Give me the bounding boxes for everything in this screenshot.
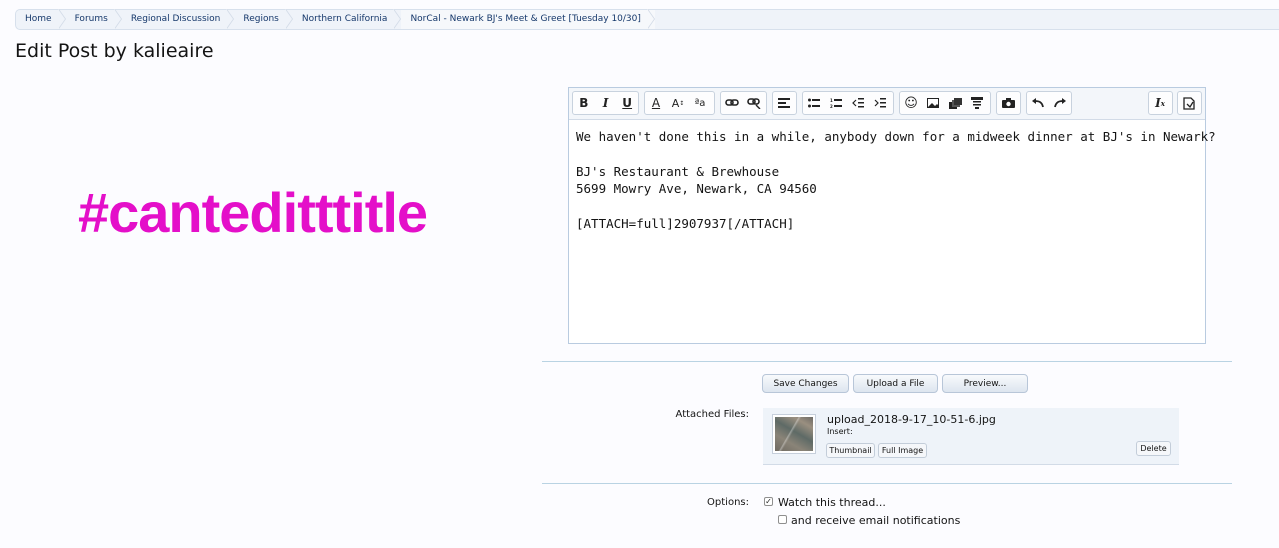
attachment-filename[interactable]: upload_2018-9-17_10-51-6.jpg — [827, 413, 996, 426]
insert-label: Insert: — [827, 427, 853, 436]
watch-thread-label[interactable]: Watch this thread... — [778, 496, 886, 509]
divider — [542, 361, 1232, 362]
upload-file-button[interactable]: Upload a File — [853, 374, 938, 393]
font-size-icon[interactable]: A ↕ — [667, 92, 689, 114]
smiley-icon[interactable]: ☺ — [900, 92, 922, 114]
page-title: Edit Post by kalieaire — [15, 40, 214, 62]
attachment-item: upload_2018-9-17_10-51-6.jpg Insert: Thu… — [763, 408, 1179, 465]
breadcrumb-thread[interactable]: NorCal - Newark BJ's Meet & Greet [Tuesd… — [401, 9, 656, 29]
watch-thread-checkbox[interactable]: ✓ — [764, 497, 773, 506]
editor-toolbar: B I U A A ↕ ªa 12 ☺ I x — [569, 88, 1205, 120]
font-color-icon[interactable]: A — [645, 92, 667, 114]
hashtag-overlay: #canteditttitle — [78, 181, 428, 244]
underline-icon[interactable]: U — [616, 92, 638, 114]
editor-content[interactable]: We haven't done this in a while, anybody… — [569, 120, 1216, 240]
undo-icon[interactable] — [1027, 92, 1049, 114]
attached-files-label: Attached Files: — [675, 409, 749, 420]
save-changes-button[interactable]: Save Changes — [762, 374, 849, 393]
media-icon[interactable] — [944, 92, 966, 114]
svg-text:1: 1 — [830, 98, 833, 103]
breadcrumb-forums[interactable]: Forums — [66, 9, 123, 29]
image-icon[interactable] — [922, 92, 944, 114]
bold-icon[interactable]: B — [573, 92, 595, 114]
breadcrumb: Home Forums Regional Discussion Regions … — [15, 9, 1279, 30]
delete-attachment-button[interactable]: Delete — [1136, 441, 1171, 456]
breadcrumb-home[interactable]: Home — [16, 9, 66, 29]
font-family-icon[interactable]: ªa — [689, 92, 711, 114]
breadcrumb-regional-discussion[interactable]: Regional Discussion — [122, 9, 235, 29]
outdent-icon[interactable] — [847, 92, 869, 114]
preview-button[interactable]: Preview... — [942, 374, 1028, 393]
svg-text:2: 2 — [830, 104, 833, 108]
post-editor: B I U A A ↕ ªa 12 ☺ I x We haven't done … — [568, 87, 1216, 344]
divider — [542, 483, 1232, 484]
options-label: Options: — [707, 497, 749, 508]
insert-thumbnail-button[interactable]: Thumbnail — [826, 443, 875, 458]
quote-icon[interactable] — [966, 92, 988, 114]
indent-icon[interactable] — [869, 92, 891, 114]
italic-icon[interactable]: I — [595, 92, 617, 114]
remove-format-icon[interactable]: Ix — [1149, 92, 1171, 114]
email-notifications-label[interactable]: and receive email notifications — [791, 514, 960, 527]
breadcrumb-northern-california[interactable]: Northern California — [293, 9, 402, 29]
email-notifications-checkbox[interactable] — [778, 515, 787, 524]
attachment-thumbnail[interactable] — [772, 414, 816, 454]
link-icon[interactable] — [721, 92, 743, 114]
bullet-list-icon[interactable] — [803, 92, 825, 114]
redo-icon[interactable] — [1049, 92, 1071, 114]
camera-icon[interactable] — [997, 92, 1019, 114]
breadcrumb-regions[interactable]: Regions — [234, 9, 293, 29]
align-left-icon[interactable] — [773, 92, 795, 114]
toggle-bbcode-icon[interactable] — [1178, 92, 1200, 114]
unlink-icon[interactable] — [743, 92, 765, 114]
numbered-list-icon[interactable]: 12 — [825, 92, 847, 114]
insert-full-image-button[interactable]: Full Image — [878, 443, 927, 458]
